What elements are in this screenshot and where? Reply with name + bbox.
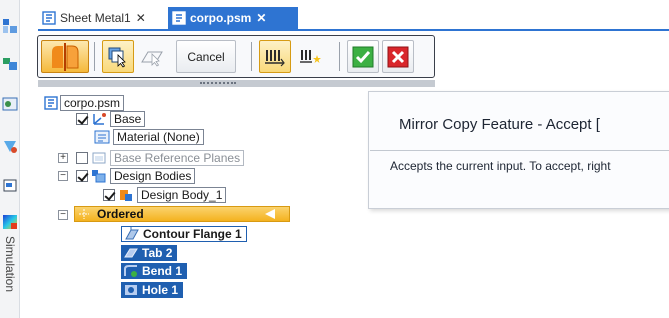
select-features-button[interactable] [102, 40, 134, 73]
tree-root[interactable]: corpo.psm [44, 94, 125, 111]
tree-item-material[interactable]: Material (None) [94, 128, 204, 145]
hole-1-chip: Hole 1 [121, 281, 184, 298]
fast-mirror-icon [300, 49, 321, 63]
tab-label: corpo.psm [190, 11, 252, 25]
visibility-checkbox[interactable] [103, 188, 115, 201]
close-icon[interactable]: ✕ [136, 11, 146, 25]
cancel-button[interactable]: Cancel [176, 40, 236, 73]
tab-2-chip: Tab 2 [121, 244, 178, 261]
design-body-1-label: Design Body_1 [137, 186, 227, 203]
hole-feature-icon [125, 284, 137, 295]
tooltip-title: Mirror Copy Feature - Accept [ [399, 116, 600, 133]
visibility-checkbox[interactable] [76, 151, 88, 164]
reference-planes-label: Base Reference Planes [110, 149, 245, 166]
expand-icon[interactable]: + [58, 152, 68, 163]
mirror-icon [52, 42, 79, 71]
reference-plane-icon [92, 152, 106, 163]
smart-mirror-button[interactable] [259, 40, 291, 73]
mirror-plane-button[interactable] [136, 40, 168, 73]
sheet-metal-doc-icon [172, 11, 186, 25]
sheet-metal-doc-icon [42, 11, 56, 25]
simulation-icon[interactable] [2, 214, 18, 230]
tree-item-contour-flange-1[interactable]: Contour Flange 1 [121, 225, 247, 242]
ordered-marker-icon [79, 209, 89, 219]
tree-item-design-bodies[interactable]: − Design Bodies [58, 167, 196, 184]
tooltip-body: Accepts the current input. To accept, ri… [390, 159, 611, 173]
reject-button[interactable] [382, 40, 414, 73]
tree-item-hole-1[interactable]: Hole 1 [121, 281, 184, 298]
sheet-metal-doc-icon [44, 95, 58, 110]
collapse-icon[interactable]: − [58, 209, 68, 220]
contour-flange-icon [125, 226, 139, 239]
accept-check-icon [352, 46, 374, 67]
coordinate-system-icon [93, 112, 106, 125]
material-label: Material (None) [113, 128, 204, 145]
separator [94, 42, 95, 71]
simulation-tab[interactable]: Simulation [1, 236, 19, 296]
fast-mirror-button[interactable] [294, 40, 326, 73]
accept-button[interactable] [347, 40, 379, 73]
tab-2-label: Tab 2 [142, 245, 173, 260]
contour-flange-chip: Contour Flange 1 [121, 225, 247, 242]
collapse-icon[interactable]: − [58, 170, 68, 181]
mirror-command-bar: Cancel [37, 35, 435, 78]
library-icon[interactable] [2, 96, 18, 112]
layers-icon[interactable] [2, 56, 18, 72]
design-bodies-label: Design Bodies [110, 167, 196, 184]
separator [251, 42, 252, 71]
root-label: corpo.psm [60, 94, 125, 111]
tree-item-bend-1[interactable]: Bend 1 [121, 262, 188, 279]
visibility-checkbox[interactable] [76, 112, 88, 125]
tab-label: Sheet Metal1 [60, 11, 131, 25]
tab-underline [38, 29, 669, 31]
separator [339, 42, 340, 71]
feature-icon[interactable] [2, 138, 18, 154]
tree-item-base[interactable]: Base [76, 110, 146, 127]
tree-item-reference-planes[interactable]: + Base Reference Planes [58, 149, 245, 166]
smart-mirror-icon [265, 49, 285, 66]
display-icon[interactable] [2, 178, 18, 194]
bend-1-label: Bend 1 [142, 263, 183, 278]
tree-item-tab-2[interactable]: Tab 2 [121, 244, 178, 261]
select-features-icon [108, 47, 126, 68]
tab-feature-icon [124, 248, 138, 257]
side-rail: Simulation [0, 0, 20, 318]
ordered-section-header[interactable]: Ordered [74, 206, 290, 222]
contour-flange-label: Contour Flange 1 [143, 226, 242, 241]
hole-1-label: Hole 1 [142, 282, 179, 297]
tab-sheet-metal1[interactable]: Sheet Metal1 ✕ [38, 7, 168, 29]
mirror-step-button[interactable] [41, 40, 89, 73]
close-icon[interactable]: ✕ [256, 11, 266, 25]
visibility-checkbox[interactable] [76, 169, 88, 182]
design-body-icon [120, 189, 132, 201]
material-icon [94, 130, 110, 143]
reject-x-icon [387, 46, 409, 67]
tree-item-ordered-expander[interactable]: − [58, 206, 68, 223]
cancel-label: Cancel [187, 49, 225, 64]
pathfinder-icon[interactable] [2, 18, 18, 34]
tab-corpo-psm[interactable]: corpo.psm ✕ [168, 7, 298, 29]
base-label: Base [110, 110, 146, 127]
mirror-plane-icon [141, 51, 163, 67]
design-bodies-icon [92, 169, 106, 182]
simulation-tab-label: Simulation [3, 236, 17, 293]
grip-dots [200, 82, 236, 85]
bend-feature-icon [124, 264, 137, 277]
ordered-label: Ordered [97, 207, 144, 221]
tree-item-design-body-1[interactable]: Design Body_1 [103, 186, 227, 203]
command-bar-grip[interactable] [38, 80, 435, 87]
tooltip: Mirror Copy Feature - Accept [ Accepts t… [368, 91, 669, 209]
tooltip-divider [370, 150, 669, 151]
rollback-arrow-icon[interactable] [265, 209, 275, 219]
bend-1-chip: Bend 1 [121, 262, 188, 279]
